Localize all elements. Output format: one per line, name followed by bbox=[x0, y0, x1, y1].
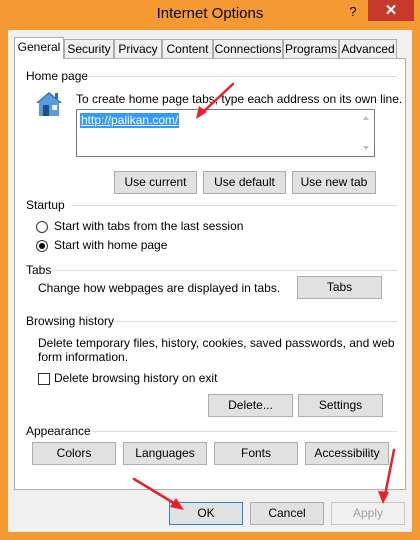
tabs-button[interactable]: Tabs bbox=[297, 276, 382, 299]
scroll-up-icon bbox=[363, 116, 369, 120]
delete-on-exit-label: Delete browsing history on exit bbox=[54, 371, 218, 385]
browsing-history-section-label: Browsing history bbox=[26, 314, 115, 328]
tab-advanced[interactable]: Advanced bbox=[339, 39, 397, 58]
use-new-tab-button[interactable]: Use new tab bbox=[292, 171, 376, 194]
browsing-history-description-1: Delete temporary files, history, cookies… bbox=[38, 336, 395, 350]
accessibility-button[interactable]: Accessibility bbox=[305, 442, 389, 465]
apply-button[interactable]: Apply bbox=[331, 502, 405, 525]
tab-general[interactable]: General bbox=[14, 37, 64, 59]
tab-security[interactable]: Security bbox=[64, 39, 114, 58]
home-page-divider bbox=[87, 76, 397, 77]
tab-content[interactable]: Content bbox=[162, 39, 213, 58]
colors-button[interactable]: Colors bbox=[32, 442, 116, 465]
scroll-down-icon bbox=[363, 146, 369, 150]
internet-options-window: Internet Options ? ✕ General Security Pr… bbox=[0, 0, 420, 540]
radio-selected-dot bbox=[39, 243, 45, 249]
appearance-divider bbox=[92, 431, 397, 432]
dialog-client: General Security Privacy Content Connect… bbox=[8, 30, 412, 532]
browsing-history-description-2: form information. bbox=[38, 350, 129, 364]
start-home-page-label: Start with home page bbox=[54, 238, 168, 252]
cancel-button[interactable]: Cancel bbox=[250, 502, 324, 525]
browsing-history-divider bbox=[113, 321, 397, 322]
general-tab-panel: Home page To create home page tabs, type… bbox=[14, 58, 406, 490]
tab-connections[interactable]: Connections bbox=[213, 39, 283, 58]
use-default-button[interactable]: Use default bbox=[203, 171, 286, 194]
delete-on-exit-checkbox[interactable] bbox=[38, 373, 50, 385]
use-current-button[interactable]: Use current bbox=[114, 171, 197, 194]
close-button[interactable]: ✕ bbox=[368, 0, 414, 21]
home-page-section-label: Home page bbox=[26, 69, 89, 83]
delete-history-button[interactable]: Delete... bbox=[208, 394, 293, 417]
home-page-url-text: http://palikan.com/ bbox=[80, 113, 180, 128]
home-page-url-field[interactable]: http://palikan.com/ bbox=[76, 109, 375, 157]
title-bar[interactable]: Internet Options ? ✕ bbox=[0, 0, 420, 28]
history-settings-button[interactable]: Settings bbox=[298, 394, 383, 417]
tabs-divider bbox=[54, 270, 397, 271]
tab-programs[interactable]: Programs bbox=[283, 39, 339, 58]
home-page-icon bbox=[33, 89, 67, 119]
help-button[interactable]: ? bbox=[340, 1, 366, 23]
start-last-session-label: Start with tabs from the last session bbox=[54, 219, 244, 233]
textarea-scrollbar[interactable] bbox=[358, 110, 374, 156]
startup-divider bbox=[72, 205, 397, 206]
ok-button[interactable]: OK bbox=[169, 502, 243, 525]
appearance-section-label: Appearance bbox=[26, 424, 91, 438]
home-page-instruction: To create home page tabs, type each addr… bbox=[76, 92, 403, 106]
start-last-session-radio[interactable] bbox=[36, 221, 48, 233]
tab-privacy[interactable]: Privacy bbox=[114, 39, 162, 58]
tabs-section-label: Tabs bbox=[26, 263, 52, 277]
languages-button[interactable]: Languages bbox=[123, 442, 207, 465]
start-home-page-radio[interactable] bbox=[36, 240, 48, 252]
fonts-button[interactable]: Fonts bbox=[214, 442, 298, 465]
startup-section-label: Startup bbox=[26, 198, 65, 212]
tabs-description: Change how webpages are displayed in tab… bbox=[38, 281, 281, 295]
